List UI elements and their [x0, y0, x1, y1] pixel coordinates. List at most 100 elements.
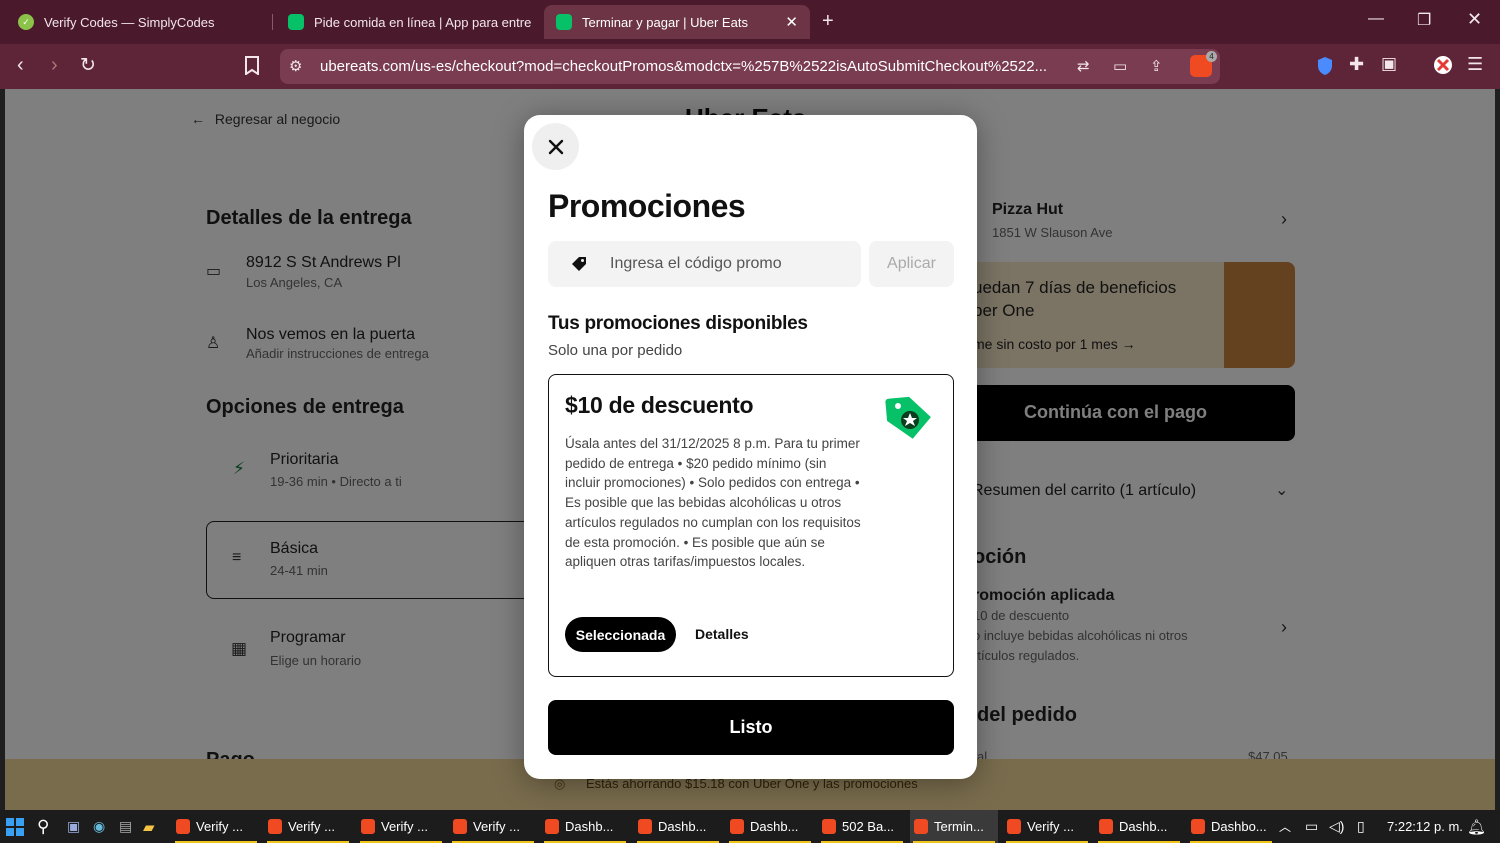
- taskbar-item-label: Dashb...: [658, 819, 707, 834]
- promo-badge-icon: [885, 396, 931, 439]
- site-settings-icon[interactable]: ⚙: [289, 57, 302, 75]
- tab-divider: [272, 14, 273, 30]
- reload-button[interactable]: ↻: [80, 54, 96, 77]
- file-explorer-icon[interactable]: ▰: [143, 810, 155, 843]
- share-icon[interactable]: ⇪: [1150, 57, 1163, 75]
- brave-browser-icon: [1007, 819, 1021, 834]
- tablet-mode-icon[interactable]: ▯: [1357, 810, 1365, 843]
- tab-pide-comida[interactable]: Pide comida en línea | App para entre: [276, 5, 534, 39]
- brave-shields-icon[interactable]: 4: [1190, 51, 1217, 77]
- taskbar-item-label: Verify ...: [473, 819, 520, 834]
- tab-title: Verify Codes — SimplyCodes: [44, 14, 215, 30]
- url-text[interactable]: ubereats.com/us-es/checkout?mod=checkout…: [320, 58, 1065, 75]
- brave-browser-icon: [1099, 819, 1113, 834]
- ubereats-favicon-icon: [288, 14, 304, 30]
- modal-title: Promociones: [548, 188, 746, 224]
- forward-button[interactable]: ›: [51, 54, 58, 77]
- address-bar[interactable]: ⚙ ubereats.com/us-es/checkout?mod=checko…: [280, 49, 1220, 84]
- simplycodes-favicon-icon: ✓: [18, 14, 34, 30]
- chevron-up-icon[interactable]: ︿: [1279, 810, 1291, 843]
- taskbar-item-label: Termin...: [934, 819, 984, 834]
- taskbar-app-item[interactable]: Dashb...: [1095, 810, 1183, 843]
- tab-title: Pide comida en línea | App para entre: [314, 14, 532, 30]
- notification-bell-icon[interactable]: 🔔︎: [1467, 810, 1486, 843]
- taskbar-item-label: Dashb...: [565, 819, 614, 834]
- tag-icon: [572, 257, 586, 271]
- brave-count-badge: 4: [1206, 51, 1217, 62]
- taskbar-app-item[interactable]: Dashbo...: [1187, 810, 1275, 843]
- screenshot-icon[interactable]: ▣: [1381, 54, 1397, 74]
- close-icon: [548, 139, 563, 154]
- taskbar-item-label: Verify ...: [196, 819, 243, 834]
- brave-browser-icon: [453, 819, 467, 834]
- brave-browser-icon: [914, 819, 928, 834]
- promo-card[interactable]: $10 de descuento Úsala antes del 31/12/2…: [548, 374, 954, 677]
- taskbar-app-item[interactable]: Verify ...: [172, 810, 260, 843]
- profile-avatar[interactable]: [1434, 56, 1452, 80]
- promo-title: $10 de descuento: [565, 392, 754, 418]
- apply-button[interactable]: Aplicar: [869, 241, 954, 287]
- tab-terminar-y-pagar[interactable]: Terminar y pagar | Uber Eats ✕: [544, 5, 810, 39]
- tab-verify-codes[interactable]: ✓ Verify Codes — SimplyCodes: [6, 5, 268, 39]
- taskbar-item-label: Dashbo...: [1211, 819, 1267, 834]
- taskbar-app-item[interactable]: Dashb...: [726, 810, 814, 843]
- taskbar-app-item[interactable]: Termin...: [910, 810, 998, 843]
- taskbar-item-label: 502 Ba...: [842, 819, 895, 834]
- extensions-icon[interactable]: ✚: [1349, 54, 1364, 75]
- taskbar-app-item[interactable]: Verify ...: [449, 810, 537, 843]
- cast-icon[interactable]: ▭: [1113, 57, 1127, 75]
- taskbar-app-item[interactable]: Dashb...: [634, 810, 722, 843]
- taskbar-item-label: Verify ...: [1027, 819, 1074, 834]
- restore-button[interactable]: ❐: [1417, 10, 1431, 30]
- promotions-modal: Promociones Aplicar Tus promociones disp…: [524, 115, 977, 779]
- taskbar-app-item[interactable]: 502 Ba...: [818, 810, 906, 843]
- translate-icon[interactable]: ⇄: [1077, 57, 1090, 75]
- brave-browser-icon: [176, 819, 190, 834]
- vpn-shield-icon[interactable]: [1316, 56, 1334, 82]
- taskbar-app-item[interactable]: Verify ...: [357, 810, 445, 843]
- taskbar-item-label: Verify ...: [381, 819, 428, 834]
- bookmark-icon[interactable]: [244, 56, 260, 80]
- selected-button[interactable]: Seleccionada: [565, 617, 676, 652]
- close-window-button[interactable]: ✕: [1467, 9, 1482, 30]
- taskbar-app-item[interactable]: Verify ...: [264, 810, 352, 843]
- ubereats-favicon-icon: [556, 14, 572, 30]
- brave-browser-icon: [361, 819, 375, 834]
- taskbar-app-item[interactable]: Dashb...: [541, 810, 629, 843]
- camera-app-icon[interactable]: ▣: [67, 810, 80, 843]
- maps-app-icon[interactable]: ◉: [93, 810, 105, 843]
- brave-browser-icon: [638, 819, 652, 834]
- taskbar-item-label: Dashb...: [750, 819, 799, 834]
- tab-close-icon[interactable]: ✕: [785, 13, 798, 31]
- windows-logo-icon: [6, 817, 24, 836]
- taskbar-clock[interactable]: 7:22:12 p. m.: [1387, 819, 1463, 834]
- promo-description: Úsala antes del 31/12/2025 8 p.m. Para t…: [565, 436, 861, 570]
- taskbar-app-item[interactable]: Verify ...: [1003, 810, 1091, 843]
- close-modal-button[interactable]: [532, 123, 579, 170]
- available-promos-subtitle: Solo una por pedido: [548, 342, 683, 359]
- taskbar-item-label: Dashb...: [1119, 819, 1168, 834]
- search-icon[interactable]: ⚲: [37, 810, 49, 843]
- start-button[interactable]: [6, 810, 24, 843]
- network-icon[interactable]: ▭: [1305, 810, 1318, 843]
- tab-title: Terminar y pagar | Uber Eats: [582, 14, 748, 30]
- brave-browser-icon: [545, 819, 559, 834]
- brave-browser-icon: [822, 819, 836, 834]
- new-tab-button[interactable]: +: [822, 10, 834, 33]
- volume-icon[interactable]: ◁): [1329, 810, 1344, 843]
- back-button[interactable]: ‹: [17, 54, 24, 77]
- brave-browser-icon: [730, 819, 744, 834]
- brave-browser-icon: [1191, 819, 1205, 834]
- brave-browser-icon: [268, 819, 282, 834]
- menu-icon[interactable]: ☰: [1467, 54, 1483, 75]
- browser-tab-bar: ✓ Verify Codes — SimplyCodes Pide comida…: [0, 0, 1500, 44]
- calculator-icon[interactable]: ▤: [119, 810, 132, 843]
- promo-code-input[interactable]: [548, 241, 861, 287]
- details-link[interactable]: Detalles: [695, 626, 749, 642]
- browser-nav-bar: ‹ › ↻ ⚙ ubereats.com/us-es/checkout?mod=…: [0, 44, 1500, 89]
- windows-taskbar: ⚲ ▣ ◉ ▤ ▰ Verify ... Verify ... Verify ...…: [0, 810, 1500, 843]
- done-button[interactable]: Listo: [548, 700, 954, 755]
- available-promos-title: Tus promociones disponibles: [548, 313, 808, 334]
- taskbar-item-label: Verify ...: [288, 819, 335, 834]
- minimize-button[interactable]: —: [1368, 10, 1384, 28]
